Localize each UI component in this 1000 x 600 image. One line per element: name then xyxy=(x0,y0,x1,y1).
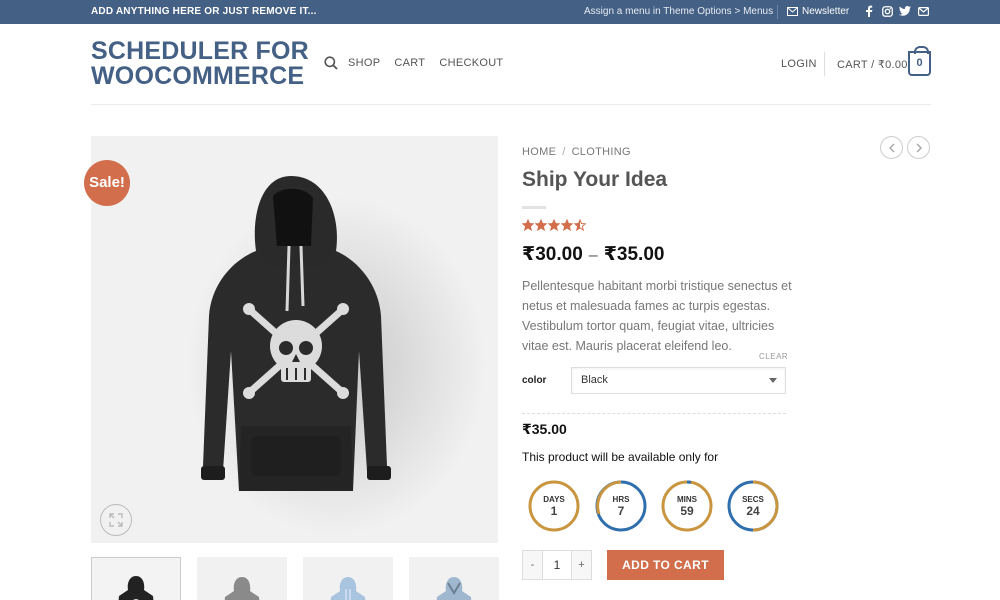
quantity-decrease-button[interactable]: - xyxy=(523,551,542,579)
product-main-image[interactable] xyxy=(91,136,498,543)
variation-price: ₹35.00 xyxy=(522,421,567,437)
countdown-days: DAYS 1 xyxy=(528,480,580,532)
login-link[interactable]: LOGIN xyxy=(781,58,817,70)
instagram-icon[interactable] xyxy=(881,5,893,17)
price-high: ₹35.00 xyxy=(603,244,665,265)
countdown-seconds-label: SECS xyxy=(742,495,764,504)
star-icon xyxy=(534,218,548,234)
thumbnail-light-blue-hoodie[interactable] xyxy=(303,557,393,600)
star-icon xyxy=(547,218,561,234)
nav-item-cart[interactable]: CART xyxy=(394,57,425,69)
quantity-increase-button[interactable]: + xyxy=(572,551,591,579)
color-label: color xyxy=(522,375,547,386)
clear-selection-link[interactable]: CLEAR xyxy=(759,352,788,361)
price-range: ₹30.00– ₹35.00 xyxy=(522,243,664,266)
main-nav: SHOP CART CHECKOUT xyxy=(324,56,517,70)
dropdown-caret-icon xyxy=(769,378,777,383)
countdown-days-value: 1 xyxy=(550,504,558,518)
thumbnail-black-hoodie[interactable] xyxy=(91,557,181,600)
thumbnail-strip xyxy=(91,557,499,600)
site-logo[interactable]: SCHEDULER FOR WOOCOMMERCE xyxy=(91,39,316,89)
product-title: Ship Your Idea xyxy=(522,168,668,191)
color-select-value: Black xyxy=(581,374,608,386)
countdown-hours-value: 7 xyxy=(617,504,625,518)
next-product-button[interactable] xyxy=(907,136,930,159)
breadcrumb-clothing[interactable]: CLOTHING xyxy=(572,146,631,158)
previous-product-button[interactable] xyxy=(880,136,903,159)
product-nav-arrows xyxy=(880,136,930,159)
variation-divider xyxy=(522,413,786,414)
chevron-right-icon xyxy=(915,142,922,153)
countdown-seconds-value: 24 xyxy=(746,504,760,518)
breadcrumb: HOME / CLOTHING xyxy=(522,146,631,158)
header-cart-link[interactable]: CART / ₹0.00 xyxy=(837,58,908,71)
email-icon[interactable] xyxy=(917,5,929,17)
search-icon[interactable] xyxy=(324,56,338,70)
star-icon xyxy=(521,218,535,234)
countdown-minutes-label: MINS xyxy=(677,495,697,504)
rating-stars[interactable] xyxy=(521,218,587,234)
breadcrumb-divider: / xyxy=(562,146,566,158)
color-select[interactable]: Black xyxy=(571,367,786,394)
chevron-left-icon xyxy=(888,142,895,153)
quantity-input[interactable]: 1 xyxy=(542,551,572,579)
countdown-hours: HRS 7 xyxy=(595,480,647,532)
newsletter-label: Newsletter xyxy=(802,6,850,17)
hoodie-image xyxy=(186,176,486,536)
title-divider xyxy=(522,206,546,209)
countdown-minutes: MINS 59 xyxy=(661,480,713,532)
thumbnail-blue-hoodie[interactable] xyxy=(409,557,499,600)
star-icon xyxy=(573,218,587,234)
countdown-days-label: DAYS xyxy=(543,495,565,504)
nav-item-shop[interactable]: SHOP xyxy=(348,57,380,69)
top-bar-message: ADD ANYTHING HERE OR JUST REMOVE IT... xyxy=(91,6,317,17)
breadcrumb-home[interactable]: HOME xyxy=(522,146,556,158)
expand-icon xyxy=(109,513,123,527)
envelope-icon xyxy=(787,7,798,16)
price-low: ₹30.00 xyxy=(522,244,583,265)
newsletter-link[interactable]: Newsletter xyxy=(787,6,849,17)
thumbnail-grey-hoodie[interactable] xyxy=(197,557,287,600)
header-divider xyxy=(824,52,825,76)
countdown-hours-label: HRS xyxy=(612,495,630,504)
social-icons xyxy=(863,5,929,17)
top-bar-divider xyxy=(777,5,778,19)
menu-note[interactable]: Assign a menu in Theme Options > Menus xyxy=(584,6,773,17)
header-divider-line xyxy=(91,104,931,105)
cart-count-badge[interactable]: 0 xyxy=(908,46,931,76)
product-description: Pellentesque habitant morbi tristique se… xyxy=(522,279,792,353)
twitter-icon[interactable] xyxy=(899,5,911,17)
countdown-minutes-value: 59 xyxy=(680,504,694,518)
zoom-button[interactable] xyxy=(100,504,132,536)
price-range-dash: – xyxy=(588,247,598,264)
facebook-icon[interactable] xyxy=(863,5,875,17)
sale-badge: Sale! xyxy=(84,160,130,206)
nav-item-checkout[interactable]: CHECKOUT xyxy=(439,57,503,69)
star-icon xyxy=(560,218,574,234)
top-bar: ADD ANYTHING HERE OR JUST REMOVE IT... A… xyxy=(0,0,1000,24)
availability-text: This product will be available only for xyxy=(522,450,719,464)
add-to-cart-button[interactable]: ADD TO CART xyxy=(607,550,724,580)
quantity-stepper: - 1 + xyxy=(522,550,592,580)
countdown-seconds: SECS 24 xyxy=(727,480,779,532)
